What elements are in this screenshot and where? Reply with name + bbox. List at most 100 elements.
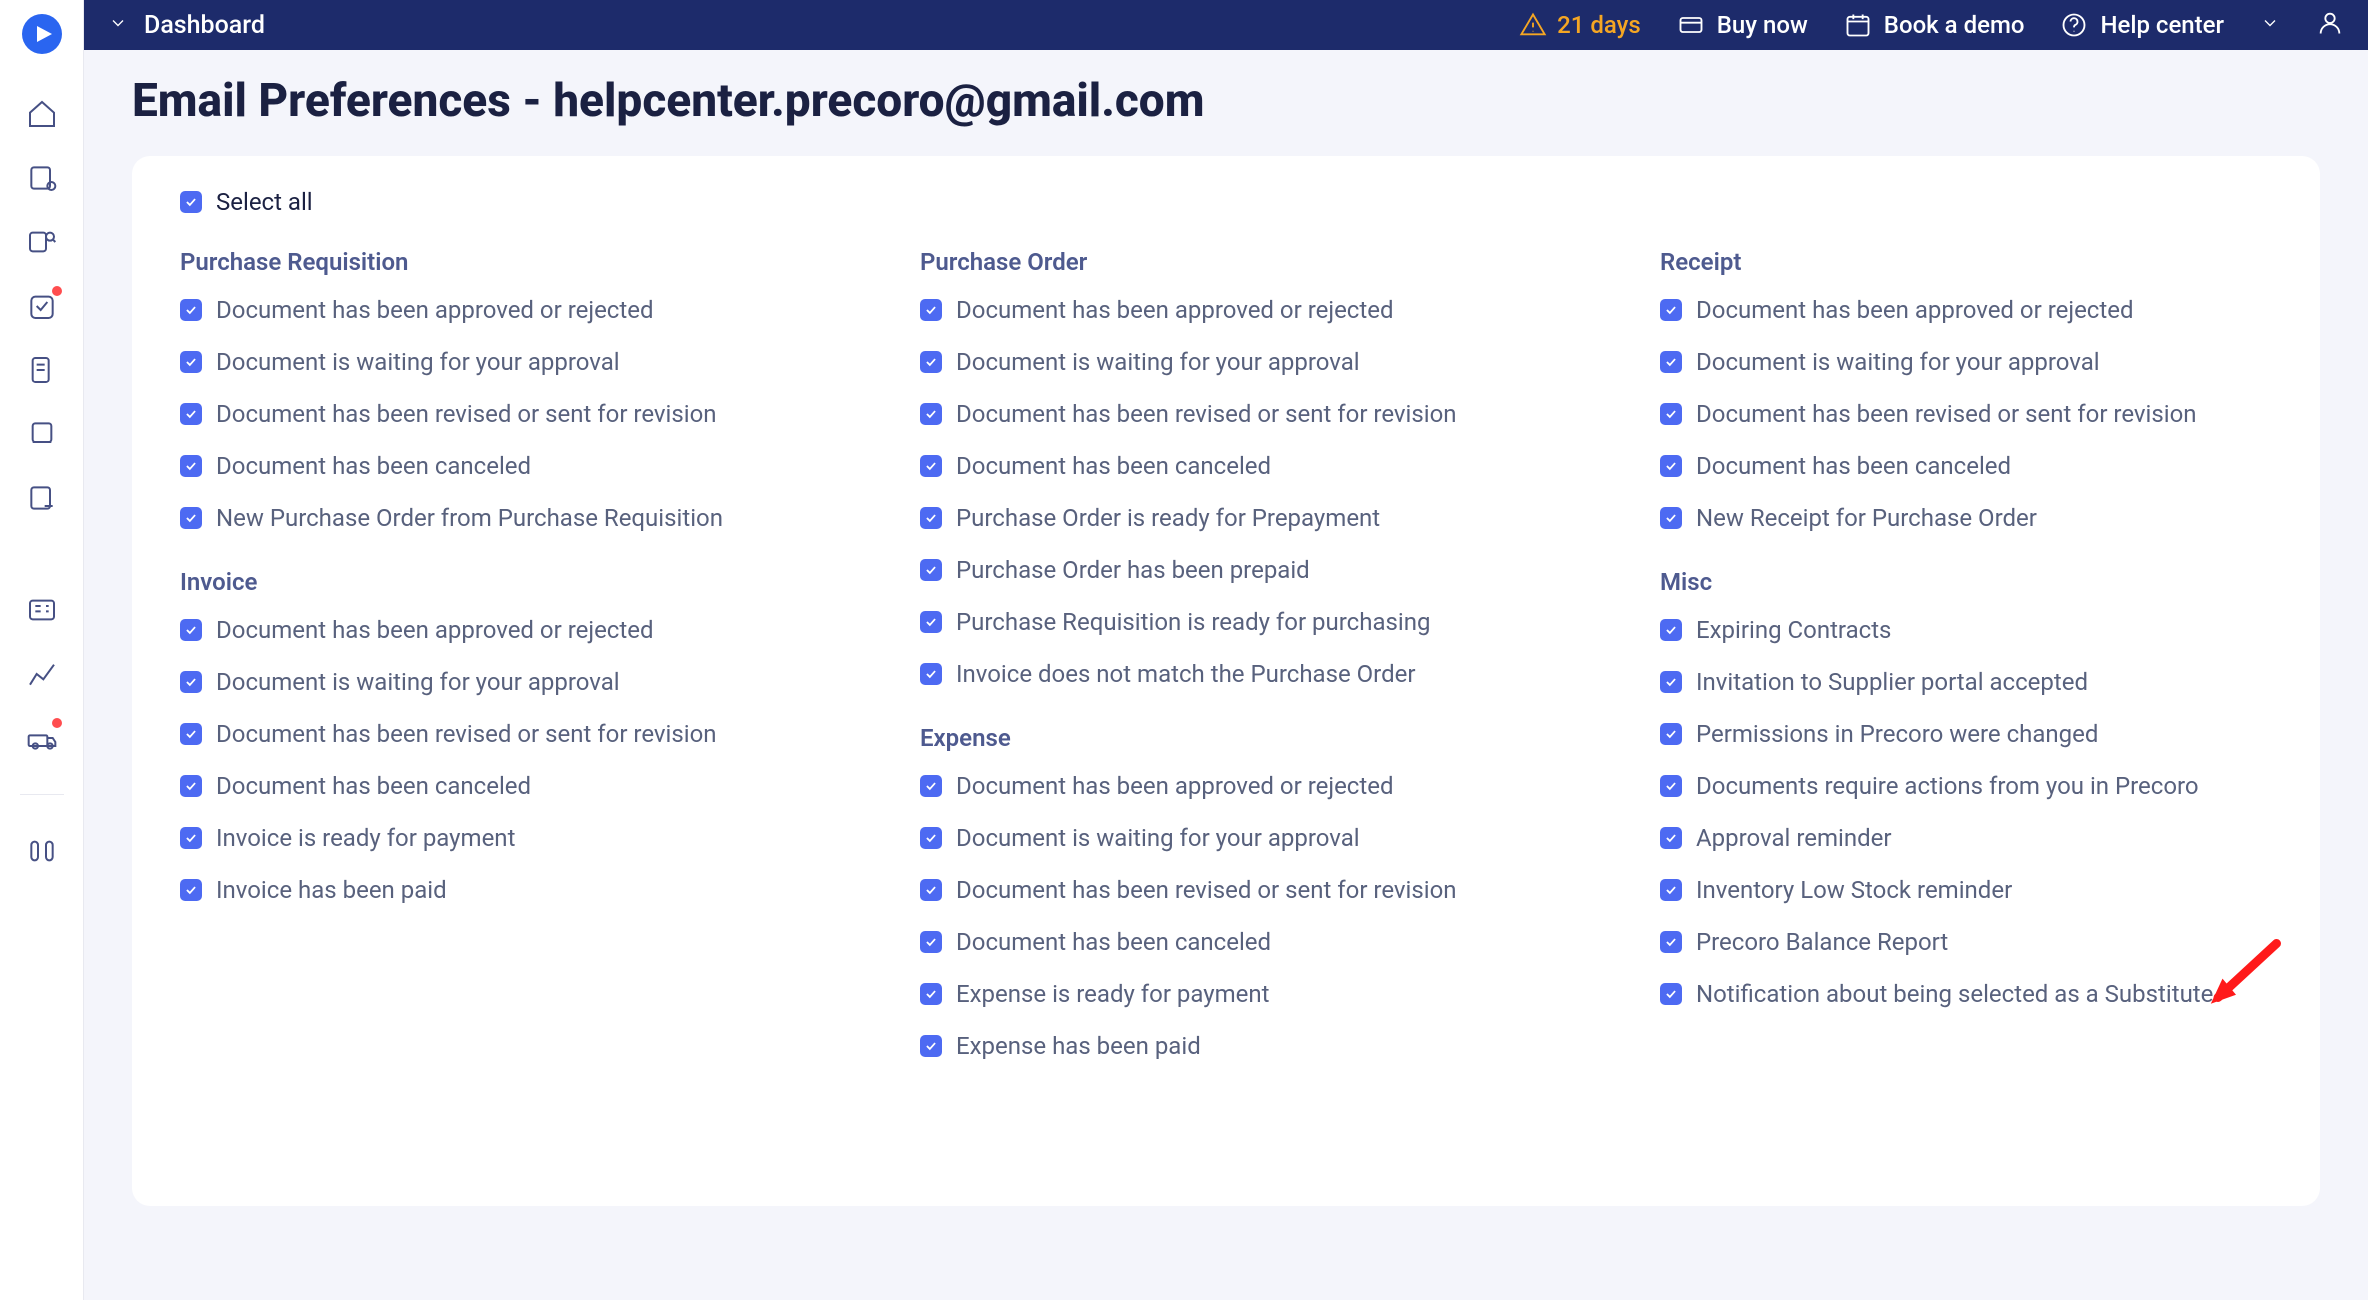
checkbox[interactable] bbox=[920, 507, 942, 529]
checkbox[interactable] bbox=[180, 723, 202, 745]
pref-item: Document has been canceled bbox=[180, 772, 920, 800]
checkbox[interactable] bbox=[920, 879, 942, 901]
pref-label: Document is waiting for your approval bbox=[956, 824, 1360, 852]
checkbox[interactable] bbox=[1660, 403, 1682, 425]
checkbox[interactable] bbox=[920, 827, 942, 849]
notification-dot bbox=[52, 718, 62, 728]
chevron-down-icon[interactable] bbox=[108, 13, 128, 37]
pref-label: Document has been revised or sent for re… bbox=[956, 876, 1457, 904]
checkbox[interactable] bbox=[1660, 983, 1682, 1005]
checkbox[interactable] bbox=[1660, 827, 1682, 849]
requisitions-icon[interactable] bbox=[24, 160, 60, 196]
pref-label: Document has been approved or rejected bbox=[1696, 296, 2133, 324]
budgets-icon[interactable] bbox=[24, 592, 60, 628]
search-docs-icon[interactable] bbox=[24, 224, 60, 260]
checkbox[interactable] bbox=[920, 403, 942, 425]
pref-item: Invitation to Supplier portal accepted bbox=[1660, 668, 2272, 696]
receipts-icon[interactable] bbox=[24, 352, 60, 388]
section-title: Receipt bbox=[1660, 248, 2272, 276]
checkbox[interactable] bbox=[1660, 507, 1682, 529]
checkbox[interactable] bbox=[180, 351, 202, 373]
checkbox[interactable] bbox=[180, 403, 202, 425]
app-logo[interactable] bbox=[20, 12, 64, 56]
pref-item: Document is waiting for your approval bbox=[920, 348, 1660, 376]
pref-item: New Purchase Order from Purchase Requisi… bbox=[180, 504, 920, 532]
pref-label: Expense has been paid bbox=[956, 1032, 1201, 1060]
book-demo-label: Book a demo bbox=[1884, 11, 2025, 39]
pref-label: Document has been canceled bbox=[216, 452, 531, 480]
checkbox[interactable] bbox=[1660, 775, 1682, 797]
checkbox[interactable] bbox=[920, 611, 942, 633]
pref-item: Document has been revised or sent for re… bbox=[1660, 400, 2272, 428]
checkbox[interactable] bbox=[180, 455, 202, 477]
pref-item: Document is waiting for your approval bbox=[920, 824, 1660, 852]
pref-label: Precoro Balance Report bbox=[1696, 928, 1948, 956]
select-all-checkbox[interactable] bbox=[180, 191, 202, 213]
chevron-down-icon[interactable] bbox=[2260, 13, 2280, 37]
select-all-label: Select all bbox=[216, 188, 313, 216]
checkbox[interactable] bbox=[920, 351, 942, 373]
checkbox[interactable] bbox=[1660, 931, 1682, 953]
pref-item: Invoice does not match the Purchase Orde… bbox=[920, 660, 1660, 688]
pref-item: Document is waiting for your approval bbox=[180, 348, 920, 376]
checkbox[interactable] bbox=[1660, 619, 1682, 641]
checkbox[interactable] bbox=[920, 455, 942, 477]
pref-label: Document is waiting for your approval bbox=[216, 668, 620, 696]
checkbox[interactable] bbox=[920, 559, 942, 581]
expenses-icon[interactable] bbox=[24, 480, 60, 516]
trial-days-label: 21 days bbox=[1557, 11, 1641, 39]
breadcrumb[interactable]: Dashboard bbox=[144, 11, 265, 40]
pref-item: Invoice has been paid bbox=[180, 876, 920, 904]
checkbox[interactable] bbox=[1660, 455, 1682, 477]
checkbox[interactable] bbox=[180, 299, 202, 321]
checkbox[interactable] bbox=[180, 775, 202, 797]
pref-label: Document has been revised or sent for re… bbox=[956, 400, 1457, 428]
checkbox[interactable] bbox=[920, 931, 942, 953]
checkbox[interactable] bbox=[920, 299, 942, 321]
checkbox[interactable] bbox=[180, 827, 202, 849]
trial-days[interactable]: 21 days bbox=[1519, 11, 1641, 39]
pref-item: Expense has been paid bbox=[920, 1032, 1660, 1060]
pref-item: Document has been approved or rejected bbox=[1660, 296, 2272, 324]
checkbox[interactable] bbox=[180, 879, 202, 901]
pref-label: Document is waiting for your approval bbox=[956, 348, 1360, 376]
pref-item: Document has been approved or rejected bbox=[920, 296, 1660, 324]
checkbox[interactable] bbox=[920, 983, 942, 1005]
reports-icon[interactable] bbox=[24, 656, 60, 692]
pref-item: Documents require actions from you in Pr… bbox=[1660, 772, 2272, 800]
pref-item: Notification about being selected as a S… bbox=[1660, 980, 2272, 1008]
checkbox[interactable] bbox=[1660, 723, 1682, 745]
checkbox[interactable] bbox=[1660, 299, 1682, 321]
pref-label: Invitation to Supplier portal accepted bbox=[1696, 668, 2088, 696]
suppliers-icon[interactable] bbox=[24, 720, 60, 756]
checkbox[interactable] bbox=[180, 619, 202, 641]
buy-now-label: Buy now bbox=[1717, 11, 1808, 39]
sidebar-divider bbox=[20, 794, 64, 795]
notification-dot bbox=[52, 286, 62, 296]
pref-item: Expense is ready for payment bbox=[920, 980, 1660, 1008]
checkbox[interactable] bbox=[1660, 671, 1682, 693]
checkbox[interactable] bbox=[180, 671, 202, 693]
checkbox[interactable] bbox=[180, 507, 202, 529]
pref-item: Purchase Requisition is ready for purcha… bbox=[920, 608, 1660, 636]
settings-icon[interactable] bbox=[24, 833, 60, 869]
pref-label: Inventory Low Stock reminder bbox=[1696, 876, 2012, 904]
book-demo-button[interactable]: Book a demo bbox=[1844, 11, 2025, 39]
checkbox[interactable] bbox=[920, 663, 942, 685]
user-avatar-icon[interactable] bbox=[2316, 9, 2344, 41]
pref-item: Document has been revised or sent for re… bbox=[920, 400, 1660, 428]
invoices-icon[interactable] bbox=[24, 416, 60, 452]
pref-label: Document has been approved or rejected bbox=[956, 772, 1393, 800]
home-icon[interactable] bbox=[24, 96, 60, 132]
help-center-button[interactable]: Help center bbox=[2060, 11, 2224, 39]
pref-label: Document has been canceled bbox=[956, 452, 1271, 480]
approvals-icon[interactable] bbox=[24, 288, 60, 324]
pref-label: Document has been canceled bbox=[1696, 452, 2011, 480]
pref-item: Document is waiting for your approval bbox=[180, 668, 920, 696]
checkbox[interactable] bbox=[1660, 351, 1682, 373]
checkbox[interactable] bbox=[920, 775, 942, 797]
buy-now-button[interactable]: Buy now bbox=[1677, 11, 1808, 39]
checkbox[interactable] bbox=[1660, 879, 1682, 901]
select-all-row: Select all bbox=[180, 188, 2272, 216]
checkbox[interactable] bbox=[920, 1035, 942, 1057]
